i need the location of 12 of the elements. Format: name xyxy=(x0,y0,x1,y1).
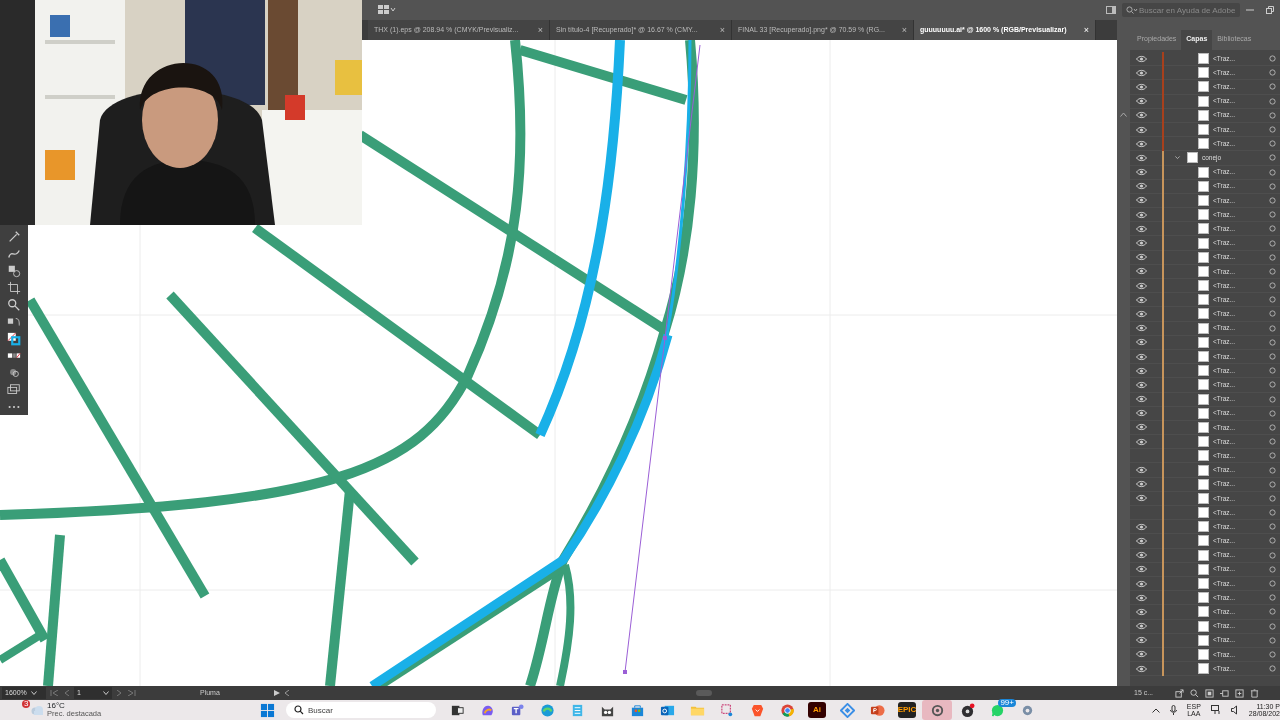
notification-badge: 3 xyxy=(22,700,31,708)
notification-badge: 99+ xyxy=(998,699,1016,707)
temperature: 16°C xyxy=(47,702,66,711)
close-button[interactable]: × xyxy=(535,25,545,35)
close-button[interactable]: × xyxy=(1081,25,1091,35)
taskbar-app-button[interactable]: EPIC xyxy=(892,700,922,720)
search-field[interactable]: Buscar xyxy=(286,702,436,718)
app-label: EPIC xyxy=(898,702,916,718)
app-label: Ai xyxy=(808,702,826,718)
close-button[interactable]: × xyxy=(717,25,727,35)
close-button[interactable]: × xyxy=(899,25,909,35)
taskbar-app-button[interactable]: Ai xyxy=(802,700,832,720)
